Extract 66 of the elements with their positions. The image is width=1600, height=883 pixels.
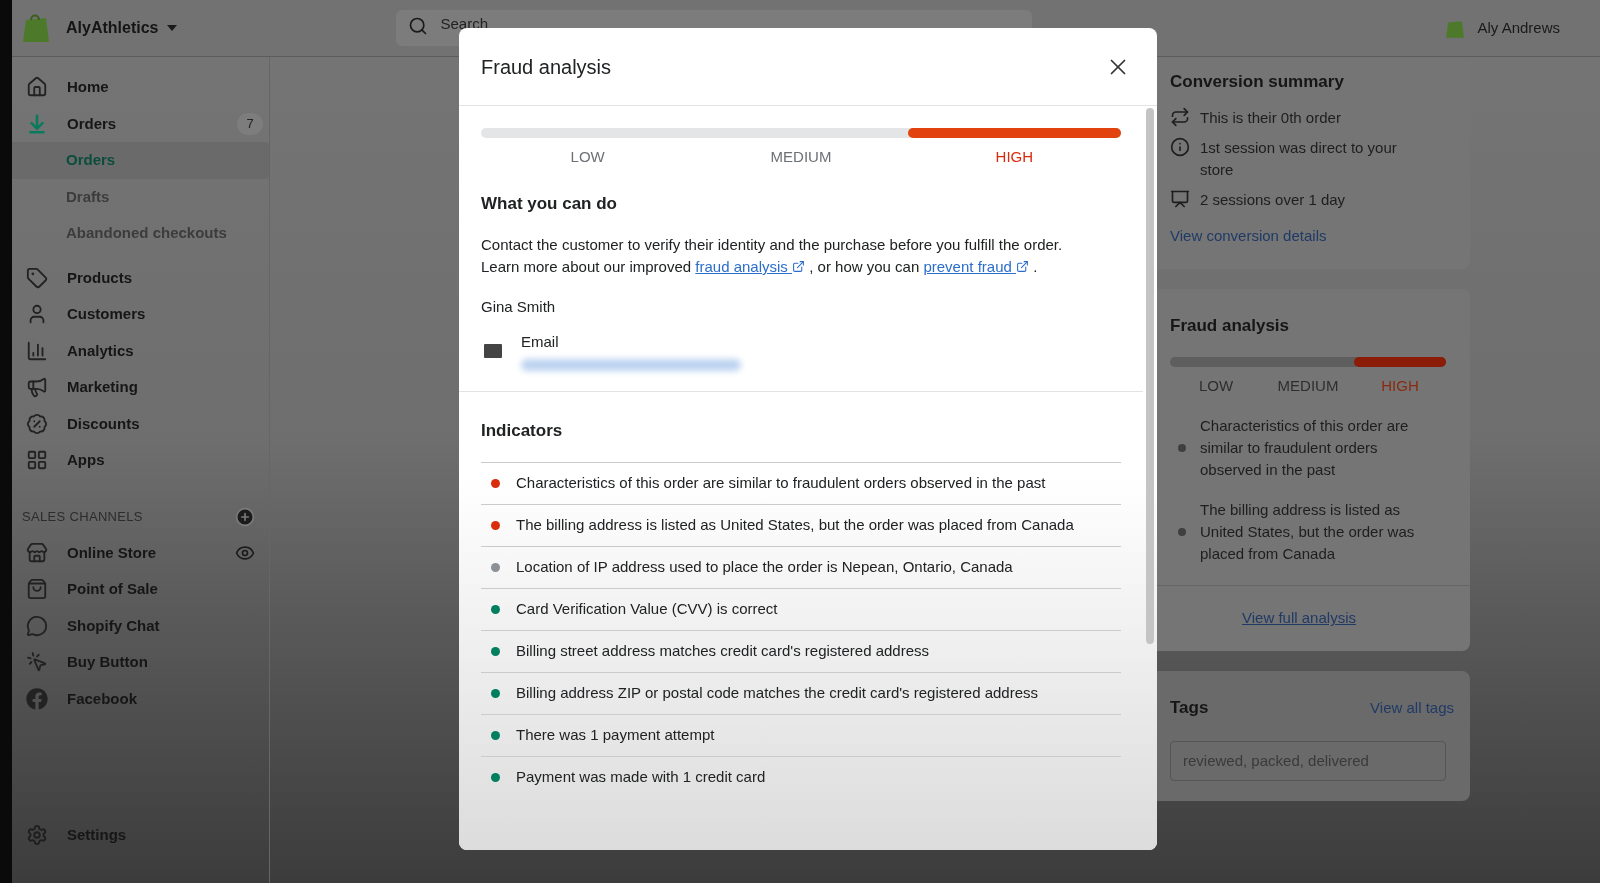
section-heading: SALES CHANNELS	[22, 507, 143, 526]
nav-item[interactable]: Customers	[12, 296, 269, 333]
help-link[interactable]: prevent fraud	[923, 258, 1029, 275]
indicator-text: Characteristics of this order are similar to fraudulent orders observed in the past	[1200, 416, 1410, 480]
external-link-icon	[1016, 260, 1029, 274]
settings-icon	[26, 824, 48, 846]
risk-level-label: LOW	[1198, 375, 1234, 396]
chat-bubble-icon	[26, 614, 48, 637]
indicator-text: Billing address ZIP or postal code matches the credit card's registered address	[516, 683, 1039, 703]
details-link[interactable]: View conversion details	[1170, 224, 1454, 247]
email-label: Email	[521, 331, 560, 352]
nav-item[interactable]: Orders 7	[12, 105, 269, 142]
user-name[interactable]: Aly Andrews	[1477, 16, 1560, 40]
view-tags-link[interactable]: View all tags	[1370, 696, 1454, 719]
card-title: Tags	[1170, 697, 1209, 719]
external-link-icon	[792, 260, 806, 274]
summary-text: This is their 0th order	[1200, 107, 1342, 128]
add-icon[interactable]	[235, 506, 255, 527]
indicator-text: Billing street address matches credit card's registered address	[516, 641, 931, 661]
indicator-text: Characteristics of this order are similar to fraudulent orders observed in the past	[516, 473, 1047, 493]
nav-subitem[interactable]: Orders	[12, 142, 269, 179]
nav-item[interactable]: Apps	[12, 442, 269, 479]
help-link[interactable]: fraud analysis	[695, 258, 806, 275]
indicator-text: Payment was made with 1 credit card	[516, 767, 767, 787]
summary-text: 1st session was direct to your store	[1200, 137, 1398, 180]
nav-item[interactable]: Analytics	[12, 332, 269, 369]
nav-item[interactable]: Discounts	[12, 405, 269, 442]
nav-item[interactable]: Shopify Chat	[12, 607, 269, 644]
search-icon	[408, 16, 429, 36]
nav-item[interactable]: Home	[12, 69, 269, 106]
nav-item[interactable]: Online Store	[12, 534, 269, 571]
customer-name: Gina Smith	[481, 297, 557, 317]
card-title: Conversion summary	[1170, 71, 1345, 93]
indicator-text: Location of IP address used to place the order is Nepean, Ontario, Canada	[516, 557, 1014, 577]
arrows-icon	[1170, 106, 1190, 127]
nav-item[interactable]: Buy Button	[12, 644, 269, 681]
indicator-text: There was 1 payment attempt	[516, 725, 716, 745]
caret-icon	[166, 24, 179, 32]
pointer-click-icon	[26, 651, 48, 674]
easel-chart-icon	[1170, 188, 1190, 209]
modal-title: Fraud analysis	[481, 54, 612, 80]
nav-item[interactable]: Products	[12, 259, 269, 296]
shopping-bag-logo	[22, 12, 50, 44]
risk-level-label: HIGH	[1381, 375, 1419, 396]
full-analysis-link[interactable]: View full analysis	[1242, 607, 1356, 630]
risk-level-label: MEDIUM	[770, 147, 832, 167]
card-title: Fraud analysis	[1170, 315, 1291, 337]
indicator-text: The billing address is listed as United States, but the order was placed from Canada	[516, 515, 1075, 535]
section-heading: Indicators	[481, 420, 564, 442]
nav-item[interactable]: Marketing	[12, 369, 269, 406]
info-icon	[1170, 136, 1190, 157]
risk-level-label: MEDIUM	[1277, 375, 1339, 396]
store-switcher[interactable]: AlyAthletics	[66, 16, 179, 40]
storefront-icon	[26, 541, 48, 564]
facebook-icon	[26, 687, 48, 710]
nav-item[interactable]: Facebook	[12, 680, 269, 717]
advice-paragraph: Contact the customer to verify their identity and the purchase before you fulfill the order. Learn more about our improved fraud analysis , or how you can prevent fraud .	[481, 235, 1064, 277]
summary-text: 2 sessions over 1 day	[1200, 189, 1347, 210]
indicator-text: Card Verification Value (CVV) is correct	[516, 599, 779, 619]
risk-level-label: HIGH	[995, 147, 1034, 167]
shopping-bag-icon	[26, 578, 48, 601]
section-heading: What you can do	[481, 192, 618, 215]
nav-item[interactable]: Point of Sale	[12, 571, 269, 608]
indicator-text: The billing address is listed as United States, but the order was placed from Canada	[1200, 500, 1416, 564]
count-badge: 7	[237, 112, 263, 135]
risk-level-label: LOW	[570, 147, 605, 167]
